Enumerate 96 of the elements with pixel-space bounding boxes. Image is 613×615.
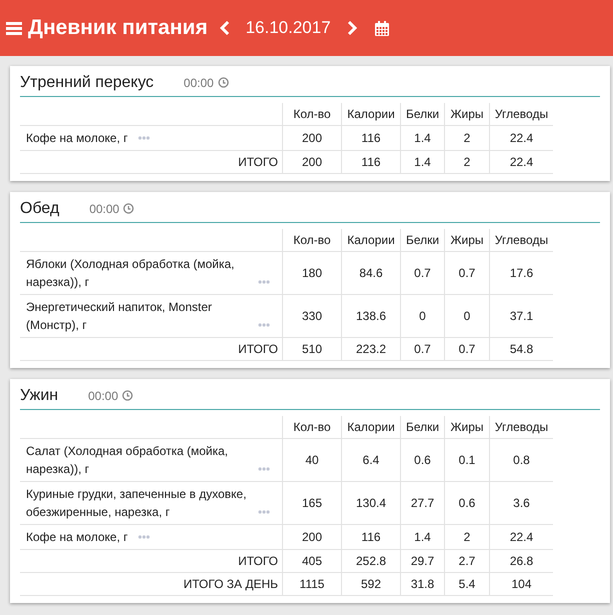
table-cell: 130.4 bbox=[342, 482, 400, 524]
table-cell: 330 bbox=[282, 294, 342, 338]
meal-time: 00:00 bbox=[89, 202, 120, 216]
table-cell: 37.1 bbox=[490, 294, 553, 338]
more-icon[interactable] bbox=[138, 535, 150, 539]
table-cell: 116 bbox=[342, 524, 400, 550]
table-cell: 0.7 bbox=[400, 252, 444, 294]
meal-time: 00:00 bbox=[184, 76, 214, 90]
column-header: Белки bbox=[400, 229, 444, 252]
table-cell: 26.8 bbox=[490, 550, 553, 572]
table-cell: 138.6 bbox=[342, 294, 400, 338]
table-cell: 40 bbox=[282, 438, 342, 482]
table-cell: 22.4 bbox=[490, 126, 553, 150]
table-cell: 510 bbox=[282, 338, 342, 360]
column-header: Углеводы bbox=[490, 103, 553, 126]
table-cell: 0.1 bbox=[444, 438, 490, 482]
previous-day-button[interactable] bbox=[220, 21, 230, 35]
food-name: Кофе на молоке, г bbox=[26, 529, 128, 546]
table-cell: 3.6 bbox=[490, 482, 553, 524]
column-header: Кол-во bbox=[282, 229, 342, 252]
clock-icon bbox=[123, 203, 134, 214]
column-header: Белки bbox=[400, 416, 444, 438]
table-cell: 0.6 bbox=[400, 438, 444, 482]
table-cell: 592 bbox=[342, 572, 400, 596]
table-cell: 116 bbox=[342, 150, 400, 174]
column-header: Калории bbox=[342, 416, 400, 438]
column-header: Углеводы bbox=[490, 416, 553, 438]
table-cell: 0.7 bbox=[444, 252, 490, 294]
column-header: Жиры bbox=[444, 103, 490, 126]
table-cell: 27.7 bbox=[400, 482, 444, 524]
column-header: Углеводы bbox=[490, 229, 553, 252]
table-cell: 200 bbox=[282, 150, 342, 174]
food-name: Куриные грудки, запеченные в духовке, обезжиренные, нарезка, г bbox=[26, 486, 248, 521]
calendar-icon[interactable] bbox=[374, 20, 389, 36]
table-cell: 165 bbox=[282, 482, 342, 524]
table-cell: 17.6 bbox=[490, 252, 553, 294]
table-cell: 0 bbox=[444, 294, 490, 338]
food-name: Энергетический напиток, Monster (Монстр), г bbox=[26, 299, 213, 334]
table-cell: 0 bbox=[400, 294, 444, 338]
column-header: Белки bbox=[400, 103, 444, 126]
food-name: Яблоки (Холодная обработка (мойка, нарезка)), г bbox=[26, 256, 236, 291]
column-header: Калории bbox=[342, 229, 400, 252]
total-label: ИТОГО bbox=[20, 150, 282, 174]
table-cell: 2 bbox=[444, 524, 490, 550]
table-cell: 1.4 bbox=[400, 524, 444, 550]
table-cell: 2 bbox=[444, 150, 490, 174]
column-header: Кол-во bbox=[282, 103, 342, 126]
table-cell: 0.6 bbox=[444, 482, 490, 524]
table-cell: 84.6 bbox=[342, 252, 400, 294]
table-cell: 200 bbox=[282, 524, 342, 550]
more-icon[interactable] bbox=[138, 136, 150, 140]
table-cell: 2.7 bbox=[444, 550, 490, 572]
next-day-button[interactable] bbox=[346, 21, 357, 35]
clock-icon bbox=[122, 390, 134, 401]
more-icon[interactable] bbox=[258, 280, 270, 284]
more-icon[interactable] bbox=[258, 467, 270, 471]
table-cell: 2 bbox=[444, 126, 490, 150]
table-cell: 22.4 bbox=[490, 150, 553, 174]
table-cell: 5.4 bbox=[444, 572, 490, 596]
meal-title: Утренний перекус bbox=[20, 74, 154, 92]
food-name: Кофе на молоке, г bbox=[26, 130, 128, 147]
table-cell: 180 bbox=[282, 252, 342, 294]
page-title: Дневник питания bbox=[28, 16, 208, 40]
table-cell: 6.4 bbox=[342, 438, 400, 482]
total-label: ИТОГО bbox=[20, 338, 282, 360]
table-cell: 200 bbox=[282, 126, 342, 150]
table-cell: 1115 bbox=[282, 572, 342, 596]
table-cell: 223.2 bbox=[342, 338, 400, 360]
table-cell: 405 bbox=[282, 550, 342, 572]
meal-title: Ужин bbox=[20, 386, 58, 404]
meal-time: 00:00 bbox=[88, 388, 118, 402]
column-header: Калории bbox=[342, 103, 400, 126]
table-cell: 116 bbox=[342, 126, 400, 150]
table-cell: 0.7 bbox=[400, 338, 444, 360]
table-cell: 54.8 bbox=[490, 338, 553, 360]
meal-title: Обед bbox=[20, 200, 60, 218]
menu-icon[interactable] bbox=[6, 20, 22, 36]
table-cell: 22.4 bbox=[490, 524, 553, 550]
table-cell: 0.7 bbox=[444, 338, 490, 360]
column-header: Кол-во bbox=[282, 416, 342, 438]
table-cell: 31.8 bbox=[400, 572, 444, 596]
total-label: ИТОГО bbox=[20, 550, 282, 572]
column-header: Жиры bbox=[444, 229, 490, 252]
more-icon[interactable] bbox=[258, 510, 270, 514]
table-cell: 1.4 bbox=[400, 126, 444, 150]
more-icon[interactable] bbox=[258, 323, 270, 327]
table-cell: 104 bbox=[490, 572, 553, 596]
table-cell: 1.4 bbox=[400, 150, 444, 174]
date-label: 16.10.2017 bbox=[246, 18, 331, 38]
total-label: ИТОГО ЗА ДЕНЬ bbox=[20, 572, 282, 596]
food-name: Салат (Холодная обработка (мойка, нарезка)), г bbox=[26, 443, 230, 478]
table-cell: 29.7 bbox=[400, 550, 444, 572]
table-cell: 252.8 bbox=[342, 550, 400, 572]
clock-icon bbox=[218, 77, 229, 88]
column-header: Жиры bbox=[444, 416, 490, 438]
table-cell: 0.8 bbox=[490, 438, 553, 482]
